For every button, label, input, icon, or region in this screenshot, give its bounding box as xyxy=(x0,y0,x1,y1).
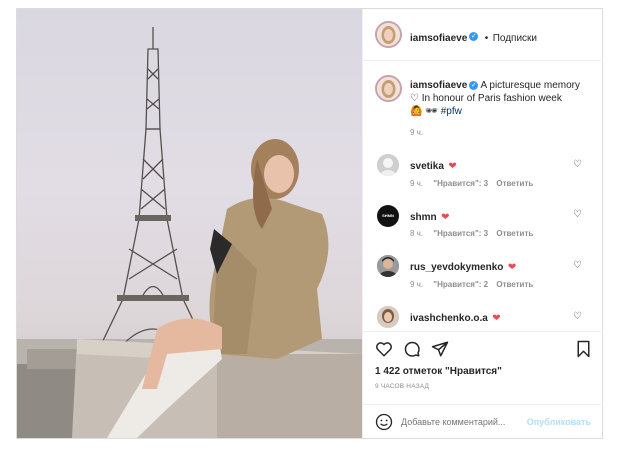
post-time-ago[interactable]: 9 ЧАСОВ НАЗАД xyxy=(375,383,429,390)
caption-avatar-image xyxy=(377,77,400,100)
comment-like-icon[interactable]: ♡ xyxy=(573,209,582,220)
comment-username[interactable]: rus_yevdokymenko xyxy=(410,262,503,273)
heart-outline-emoji-icon: ♡ xyxy=(410,93,419,104)
heart-outline-icon[interactable] xyxy=(375,340,393,358)
author-avatar-image xyxy=(377,23,400,46)
comment-reply-button[interactable]: Ответить xyxy=(496,229,533,238)
comment-like-icon[interactable]: ♡ xyxy=(573,159,582,170)
red-heart-emoji-icon: ❤ xyxy=(441,212,450,223)
red-heart-emoji-icon: ❤ xyxy=(492,313,501,324)
publish-button[interactable]: Опубликовать xyxy=(527,417,591,427)
emoji-smile-icon[interactable] xyxy=(375,413,393,431)
comment-line: rus_yevdokymenko ❤ xyxy=(410,257,516,275)
header-separator: • xyxy=(484,33,489,44)
comment-time[interactable]: 9 ч. xyxy=(410,179,423,188)
comment-meta: 9 ч. "Нравится": 3 Ответить xyxy=(410,179,533,188)
comment-input[interactable] xyxy=(401,414,531,430)
bookmark-icon[interactable] xyxy=(575,340,592,358)
caption-time[interactable]: 9 ч. xyxy=(410,128,423,137)
caption-hashtag[interactable]: #pfw xyxy=(441,106,462,117)
red-heart-emoji-icon: ❤ xyxy=(448,161,457,172)
comment-avatar-label: SHMN xyxy=(382,213,394,218)
comment-avatar-image xyxy=(377,306,399,328)
comment-avatar-image xyxy=(377,154,399,176)
comment-likes[interactable]: "Нравится": 3 xyxy=(433,179,488,188)
divider xyxy=(363,331,603,332)
caption: iamsofiaeve ✓ A picturesque memory ♡ In h… xyxy=(410,79,595,118)
comment-composer: Опубликовать xyxy=(363,404,603,438)
comment-bubble-icon[interactable] xyxy=(403,340,421,358)
comment-time[interactable]: 8 ч. xyxy=(410,229,423,238)
caption-line2: In honour of Paris fashion week xyxy=(421,93,562,104)
follow-status-button[interactable]: Подписки xyxy=(493,33,537,44)
header-line: iamsofiaeve ✓ • Подписки xyxy=(410,28,537,46)
comment-reply-button[interactable]: Ответить xyxy=(496,179,533,188)
post-header: iamsofiaeve ✓ • Подписки xyxy=(363,9,603,61)
post-photo-illustration xyxy=(17,27,362,438)
emoji-icons: 🙆 🕶 xyxy=(410,106,438,117)
comment-username[interactable]: shmn xyxy=(410,212,437,223)
comment-like-icon[interactable]: ♡ xyxy=(573,260,582,271)
verified-badge-icon: ✓ xyxy=(469,32,479,42)
comment-likes[interactable]: "Нравится": 3 xyxy=(433,229,488,238)
caption-line1: A picturesque memory xyxy=(480,80,581,91)
post-photo[interactable] xyxy=(17,9,362,438)
likes-count[interactable]: 1 422 отметок "Нравится" xyxy=(375,366,502,377)
post-frame: iamsofiaeve ✓ • Подписки iamsofiaeve ✓ A p… xyxy=(16,8,603,439)
comment-username[interactable]: svetika xyxy=(410,161,444,172)
comment-line: ivashchenko.o.a ❤ xyxy=(410,308,501,326)
verified-badge-icon: ✓ xyxy=(469,80,479,90)
header-username[interactable]: iamsofiaeve xyxy=(410,33,467,44)
red-heart-emoji-icon: ❤ xyxy=(507,262,517,273)
post-side-panel: iamsofiaeve ✓ • Подписки iamsofiaeve ✓ A p… xyxy=(362,9,603,438)
caption-avatar[interactable] xyxy=(375,75,402,102)
comment-like-icon[interactable]: ♡ xyxy=(573,311,582,322)
comment-meta: 9 ч. "Нравится": 2 Ответить xyxy=(410,280,533,289)
comment-line: svetika ❤ xyxy=(410,156,457,174)
author-avatar[interactable] xyxy=(375,21,402,48)
comment-avatar[interactable]: SHMN xyxy=(377,205,399,227)
comment-username[interactable]: ivashchenko.o.a xyxy=(410,313,488,324)
comment-avatar[interactable] xyxy=(377,306,399,328)
paper-plane-icon[interactable] xyxy=(431,340,449,358)
comment-avatar-image xyxy=(377,255,399,277)
comment-time[interactable]: 9 ч. xyxy=(410,280,423,289)
comment-meta: 8 ч. "Нравится": 3 Ответить xyxy=(410,229,533,238)
comment-likes[interactable]: "Нравится": 2 xyxy=(433,280,488,289)
comment-reply-button[interactable]: Ответить xyxy=(496,280,533,289)
comment-avatar[interactable] xyxy=(377,255,399,277)
caption-username[interactable]: iamsofiaeve xyxy=(410,80,467,91)
comment-line: shmn ❤ xyxy=(410,207,450,225)
comment-avatar[interactable] xyxy=(377,154,399,176)
